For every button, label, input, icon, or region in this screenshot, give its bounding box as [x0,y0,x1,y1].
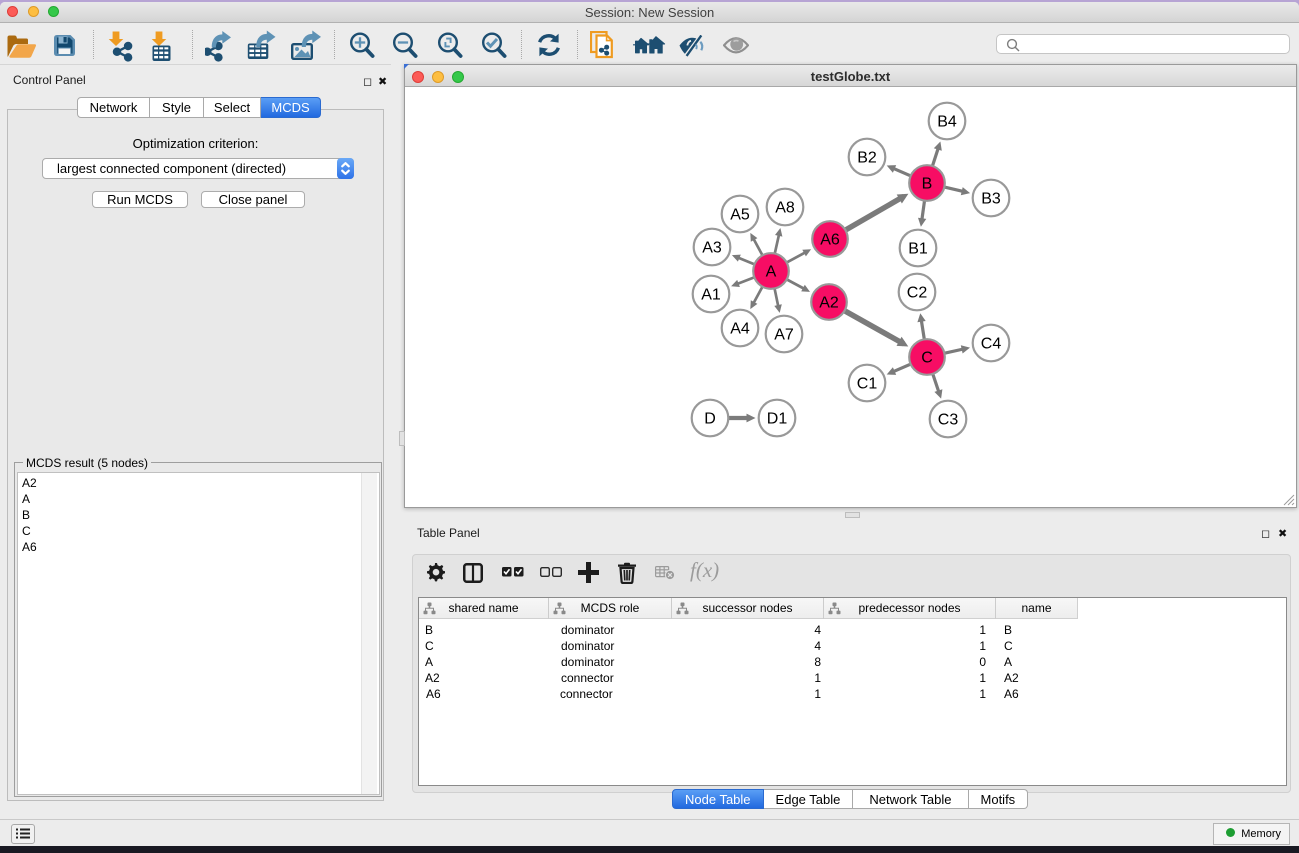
svg-text:B1: B1 [908,241,928,258]
svg-text:A: A [766,264,777,281]
svg-text:A5: A5 [730,207,750,224]
svg-text:C3: C3 [938,412,959,429]
svg-text:A1: A1 [701,287,721,304]
svg-text:D: D [704,411,716,428]
svg-text:C2: C2 [907,285,928,302]
svg-text:C: C [921,350,933,367]
svg-text:f(x): f(x) [690,561,719,582]
svg-text:D1: D1 [767,411,788,428]
svg-text:A7: A7 [774,327,794,344]
svg-text:A3: A3 [702,240,722,257]
svg-text:A4: A4 [730,321,750,338]
svg-text:A6: A6 [820,232,840,249]
svg-text:B: B [922,176,933,193]
svg-text:C1: C1 [857,376,878,393]
svg-text:B2: B2 [857,150,877,167]
svg-text:B4: B4 [937,114,957,131]
svg-text:A8: A8 [775,200,795,217]
svg-text:A2: A2 [819,295,839,312]
svg-text:B3: B3 [981,191,1001,208]
svg-text:C4: C4 [981,336,1002,353]
